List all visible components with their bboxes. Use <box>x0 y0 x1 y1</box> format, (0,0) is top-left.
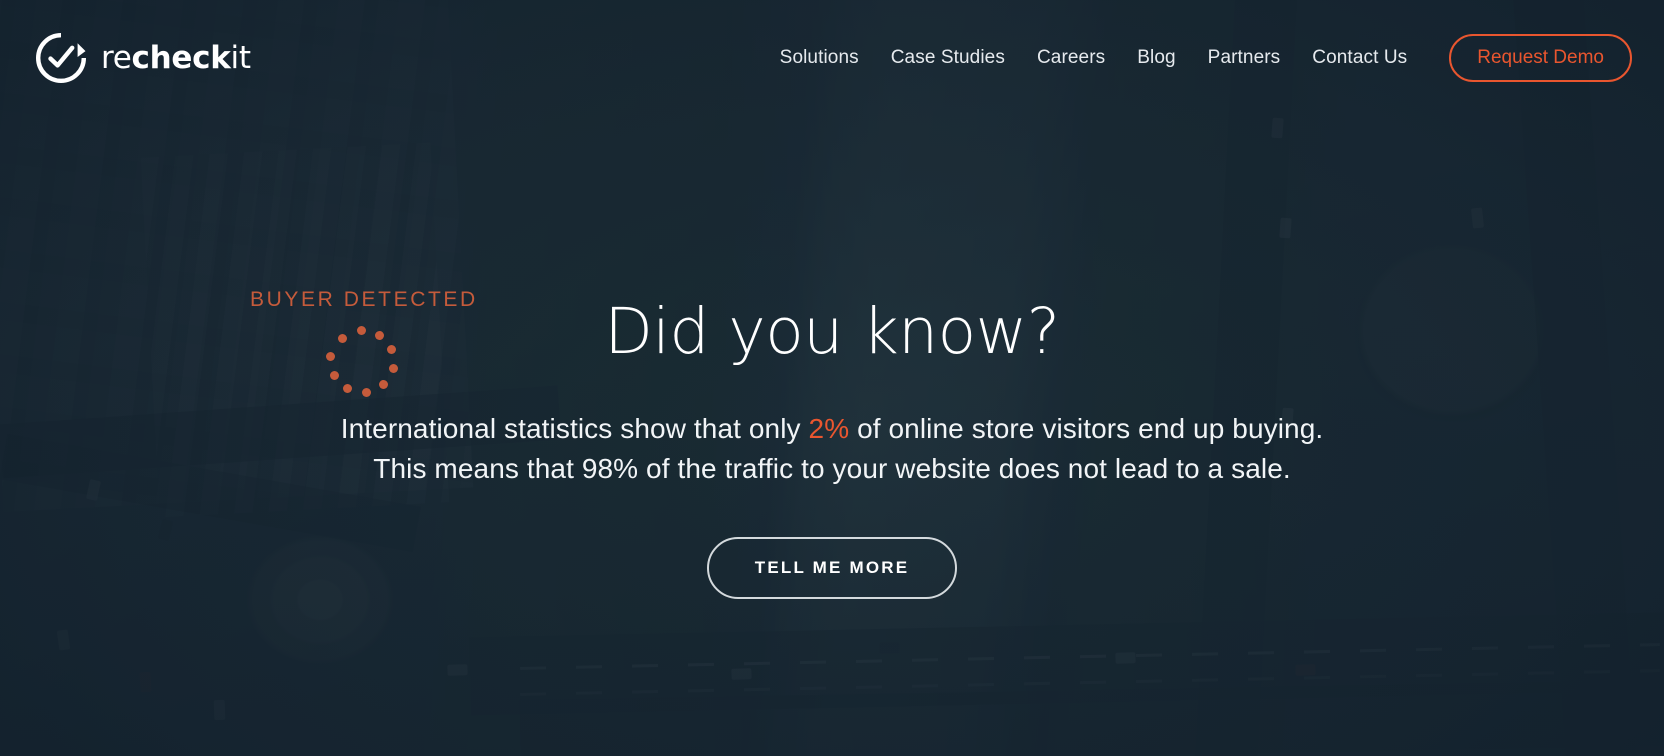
buyer-detected-label: BUYER DETECTED <box>250 288 478 311</box>
tell-me-more-button[interactable]: TELL ME MORE <box>706 536 958 599</box>
hero-subtext-line-1: International statistics show that only … <box>341 409 1324 449</box>
main-navigation: Solutions Case Studies Careers Blog Part… <box>764 34 1632 82</box>
nav-item-blog[interactable]: Blog <box>1121 39 1191 77</box>
hero-subtext-line1-before: International statistics show that only <box>340 413 809 444</box>
nav-item-partners[interactable]: Partners <box>1192 39 1297 77</box>
brand-logo[interactable]: recheckit <box>34 31 251 85</box>
hero-subtext: International statistics show that only … <box>341 409 1324 489</box>
page-title: Did you know? <box>604 295 1060 368</box>
nav-item-case-studies[interactable]: Case Studies <box>875 39 1021 77</box>
dotted-circle-target-icon <box>326 326 398 398</box>
brand-name-part2: check <box>131 40 231 76</box>
recheck-circle-check-icon <box>36 33 86 83</box>
hero-section: BUYER DETECTED recheckit Solutions Case … <box>0 0 1664 756</box>
hero-subtext-line-2: This means that 98% of the traffic to yo… <box>373 452 1291 484</box>
brand-wordmark: recheckit <box>101 40 251 76</box>
nav-item-careers[interactable]: Careers <box>1021 39 1121 77</box>
site-header: recheckit Solutions Case Studies Careers… <box>0 0 1664 116</box>
buyer-detected-marker: BUYER DETECTED <box>250 288 478 397</box>
nav-item-solutions[interactable]: Solutions <box>764 39 875 77</box>
request-demo-button[interactable]: Request Demo <box>1449 34 1632 82</box>
hero-subtext-line1-after: of online store visitors end up buying. <box>849 413 1324 444</box>
brand-name-part1: re <box>101 40 132 76</box>
nav-item-contact-us[interactable]: Contact Us <box>1296 39 1423 77</box>
hero-stat-highlight: 2% <box>808 413 850 444</box>
brand-name-part3: it <box>230 40 251 76</box>
